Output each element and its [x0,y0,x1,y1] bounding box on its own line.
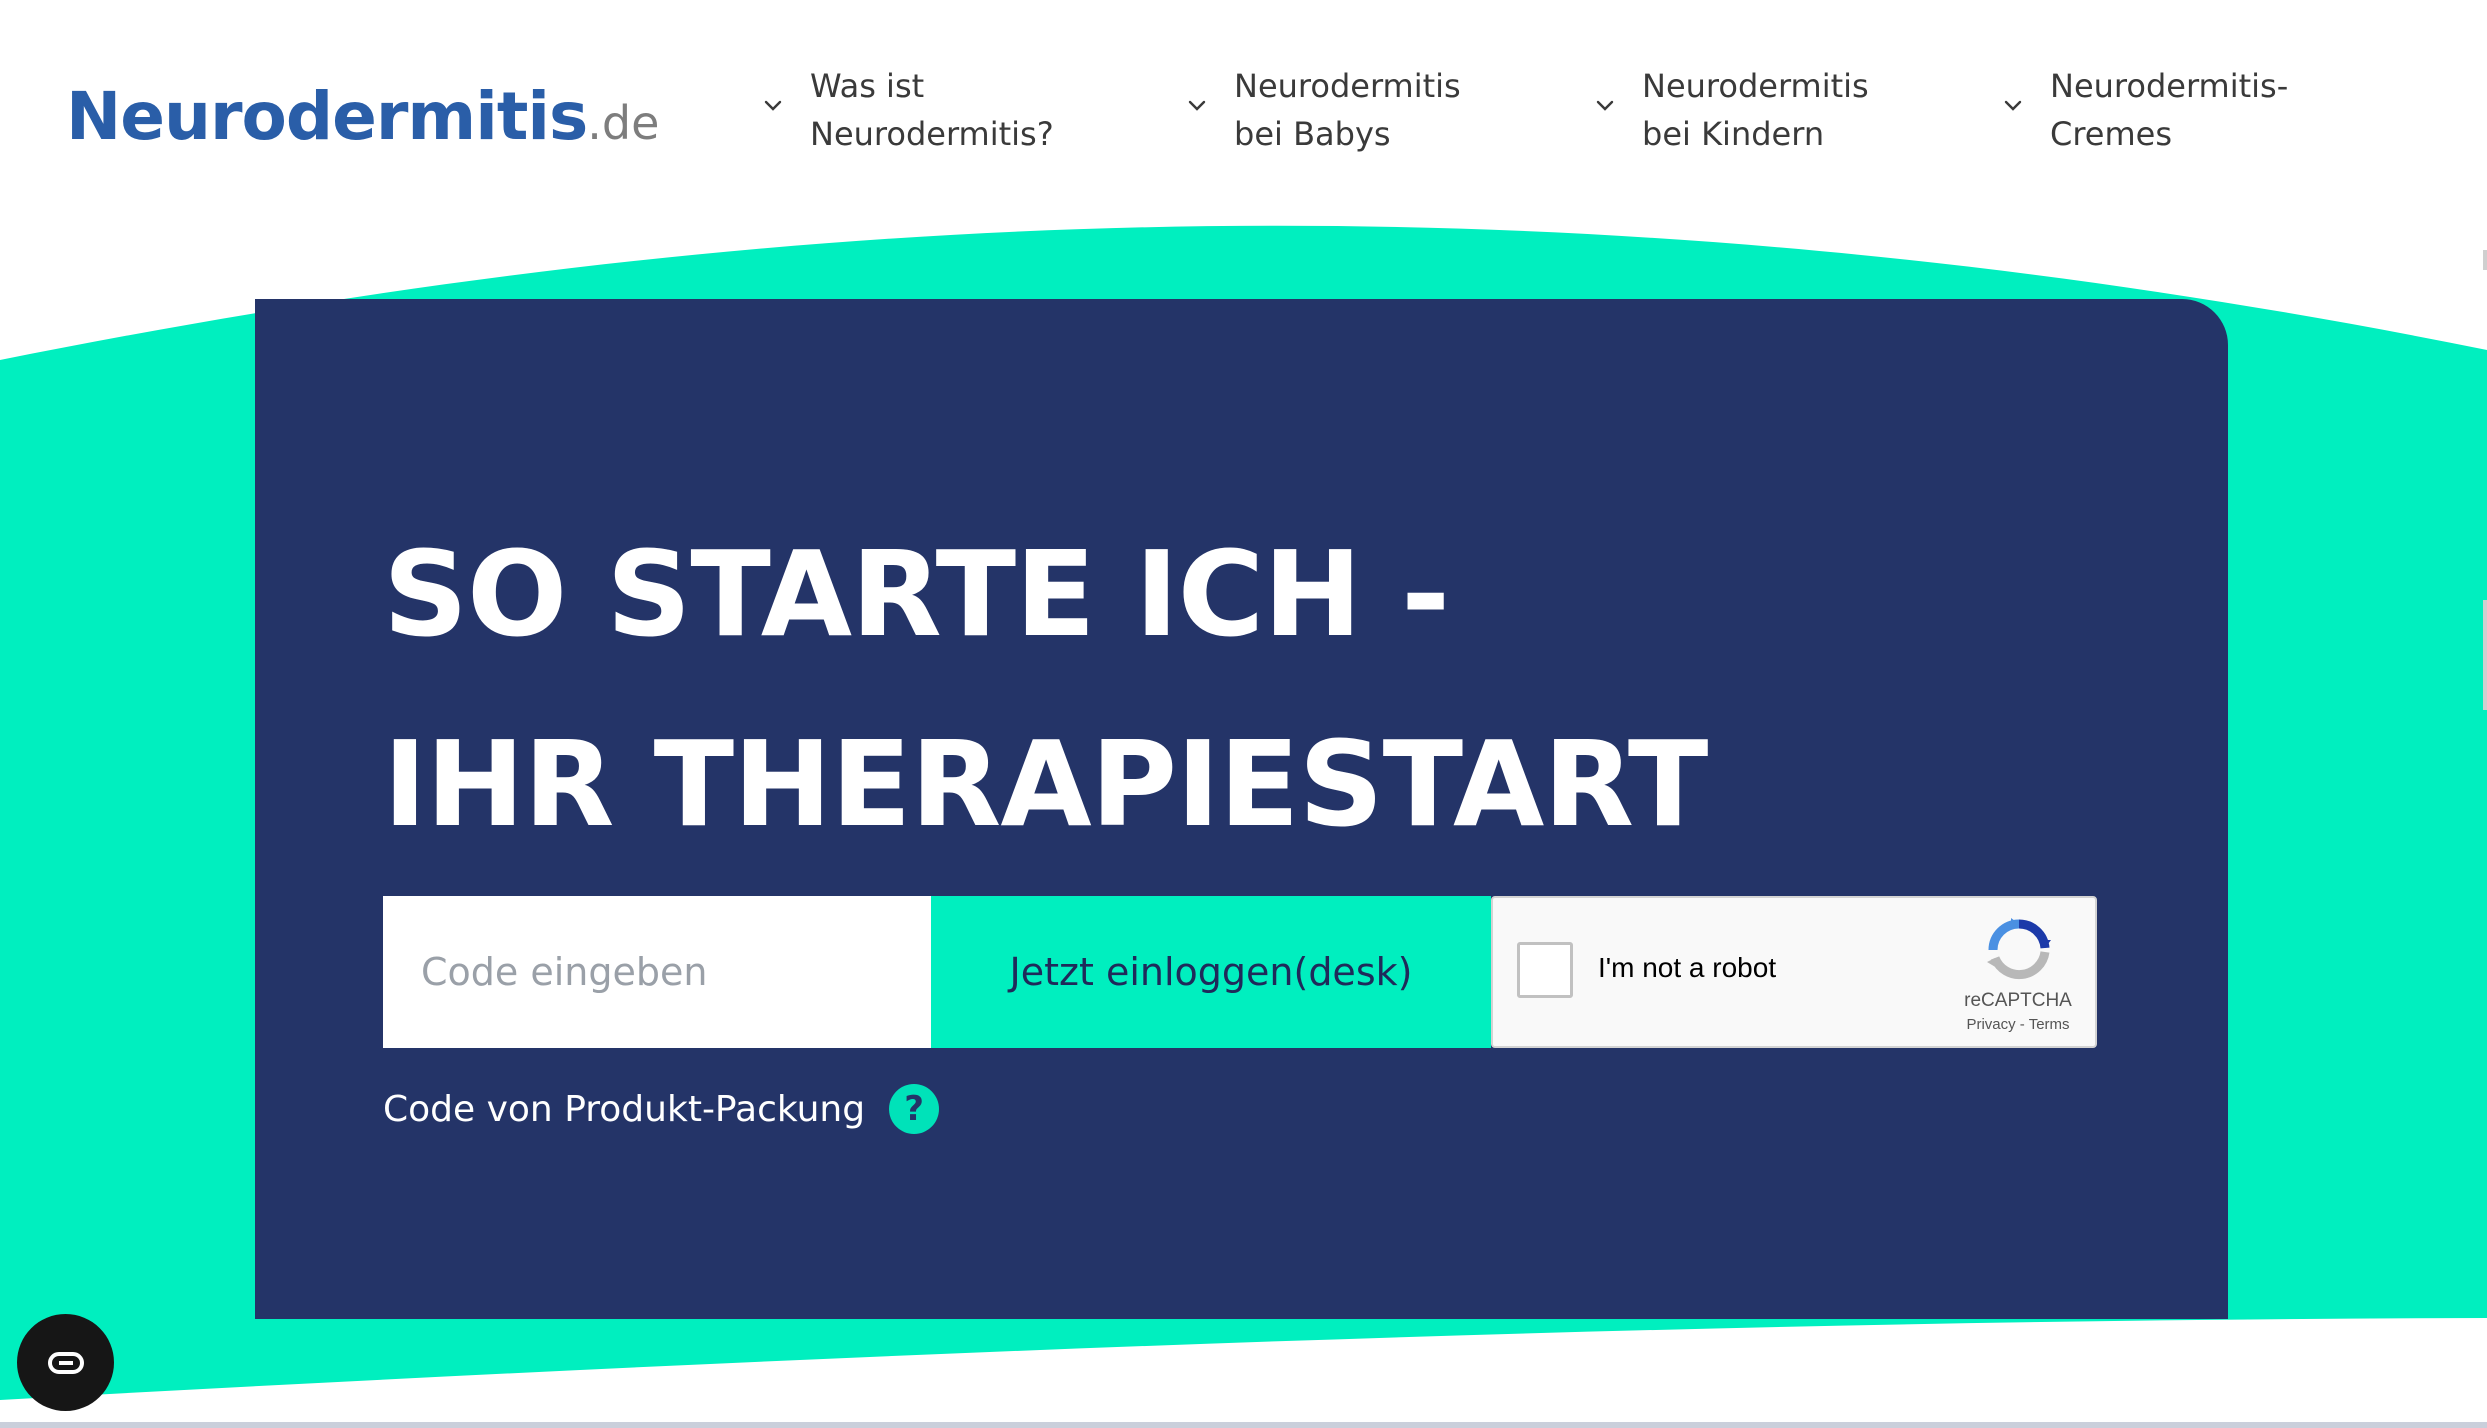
chevron-down-icon [1188,100,1206,111]
nav-label-line2: Neurodermitis? [810,115,1054,153]
main-nav: Was ist Neurodermitis? Neurodermitis bei… [0,62,2487,172]
nav-label-line1: Neurodermitis [1642,67,1869,105]
scroll-indicator [2483,250,2487,270]
recaptcha-label: I'm not a robot [1598,952,1777,983]
recaptcha-terms-link[interactable]: Terms [2029,1016,2070,1033]
login-form: Jetzt einloggen(desk) I'm not a robot re… [383,896,2097,1048]
nav-item-bei-babys[interactable]: Neurodermitis bei Babys [1184,62,1494,158]
nav-item-label: Neurodermitis bei Babys [1234,62,1494,158]
accessibility-toggle-icon [47,1351,84,1374]
hero-title: SO STARTE ICH - IHR THERAPIESTART [383,499,1708,879]
login-button[interactable]: Jetzt einloggen(desk) [931,896,1491,1048]
scroll-indicator [2483,600,2487,710]
chevron-down-icon [764,100,782,111]
nav-item-bei-kindern[interactable]: Neurodermitis bei Kindern [1592,62,1902,158]
recaptcha-link-separator: - [2015,1016,2029,1033]
nav-label-line1: Neurodermitis- [2050,67,2289,105]
nav-label-line1: Was ist [810,67,925,105]
recaptcha-widget: I'm not a robot reCAPTCHA Privacy - Term… [1491,896,2097,1048]
nav-item-label: Was ist Neurodermitis? [810,62,1070,158]
nav-item-label: Neurodermitis- Cremes [2050,62,2310,158]
recaptcha-checkbox[interactable] [1517,942,1573,998]
recaptcha-links: Privacy - Terms [1933,1016,2103,1033]
nav-item-cremes[interactable]: Neurodermitis- Cremes [2000,62,2310,158]
code-input[interactable] [383,896,931,1048]
code-hint-row: Code von Produkt-Packung ? [383,1084,940,1134]
chevron-down-icon [2004,100,2022,111]
site-header: Neurodermitis.de Was ist Neurodermitis? … [0,0,2487,230]
recaptcha-brand: reCAPTCHA [1964,990,2072,1011]
nav-item-was-ist[interactable]: Was ist Neurodermitis? [760,62,1070,158]
nav-label-line1: Neurodermitis [1234,67,1461,105]
nav-label-line2: bei Babys [1234,115,1391,153]
nav-label-line2: Cremes [2050,115,2173,153]
bottom-edge [0,1422,2487,1428]
question-circle-icon[interactable]: ? [889,1084,940,1134]
recaptcha-privacy-link[interactable]: Privacy [1966,1016,2015,1033]
code-hint-text: Code von Produkt-Packung [383,1088,866,1130]
accessibility-widget-button[interactable] [17,1314,114,1411]
recaptcha-logo-icon [1987,918,2051,980]
hero-title-line1: SO STARTE ICH - [383,525,1450,663]
nav-label-line2: bei Kindern [1642,115,1825,153]
chevron-down-icon [1596,100,1614,111]
hero-card: SO STARTE ICH - IHR THERAPIESTART Jetzt … [255,299,2228,1319]
hero-title-line2: IHR THERAPIESTART [383,715,1708,853]
nav-item-label: Neurodermitis bei Kindern [1642,62,1902,158]
